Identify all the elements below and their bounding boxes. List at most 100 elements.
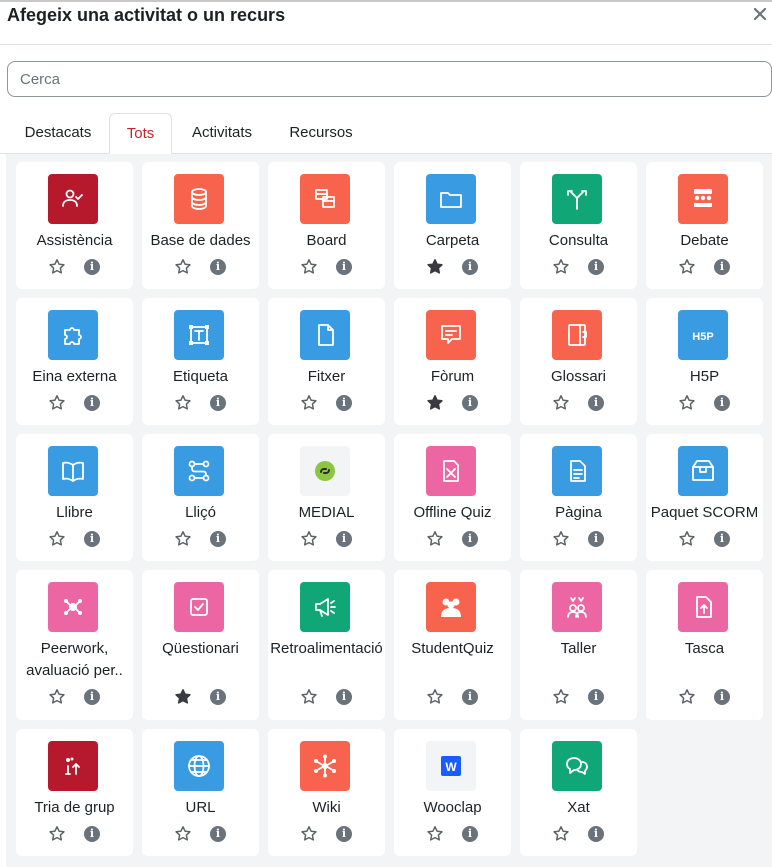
activity-card-wiki[interactable]: Wiki i bbox=[268, 729, 385, 856]
info-icon[interactable]: i bbox=[462, 689, 478, 705]
star-icon[interactable] bbox=[552, 258, 570, 276]
activity-card-group-choice[interactable]: Tria de grup i bbox=[16, 729, 133, 856]
star-icon[interactable] bbox=[678, 394, 696, 412]
activity-actions: i bbox=[552, 394, 606, 414]
star-icon[interactable] bbox=[300, 825, 318, 843]
activity-card-file[interactable]: Fitxer i bbox=[268, 298, 385, 425]
info-icon[interactable]: i bbox=[336, 531, 352, 547]
activity-card-board[interactable]: Board i bbox=[268, 162, 385, 289]
info-icon[interactable]: i bbox=[462, 826, 478, 842]
star-icon[interactable] bbox=[426, 688, 444, 706]
activity-card-medial[interactable]: MEDIAL i bbox=[268, 434, 385, 561]
activity-actions: i bbox=[48, 825, 102, 845]
info-icon[interactable]: i bbox=[462, 395, 478, 411]
info-icon[interactable]: i bbox=[336, 395, 352, 411]
info-icon[interactable]: i bbox=[210, 689, 226, 705]
info-icon[interactable]: i bbox=[210, 531, 226, 547]
activity-card-glossary[interactable]: Glossari i bbox=[520, 298, 637, 425]
info-icon[interactable]: i bbox=[462, 531, 478, 547]
star-icon[interactable] bbox=[678, 258, 696, 276]
star-icon[interactable] bbox=[300, 688, 318, 706]
star-icon[interactable] bbox=[48, 258, 66, 276]
activity-card-choice[interactable]: Consulta i bbox=[520, 162, 637, 289]
star-icon[interactable] bbox=[426, 530, 444, 548]
tab-recursos[interactable]: Recursos bbox=[276, 113, 366, 154]
star-icon[interactable] bbox=[300, 258, 318, 276]
star-icon[interactable] bbox=[300, 394, 318, 412]
star-icon[interactable] bbox=[48, 825, 66, 843]
activity-card-wooclap[interactable]: W Wooclap i bbox=[394, 729, 511, 856]
star-icon[interactable] bbox=[174, 825, 192, 843]
star-icon[interactable] bbox=[48, 688, 66, 706]
info-icon[interactable]: i bbox=[336, 259, 352, 275]
star-icon[interactable] bbox=[678, 530, 696, 548]
info-icon[interactable]: i bbox=[462, 259, 478, 275]
tab-activitats[interactable]: Activitats bbox=[176, 113, 268, 154]
star-icon[interactable] bbox=[678, 688, 696, 706]
activity-card-peerwork[interactable]: Peerwork, avaluació per.. i bbox=[16, 570, 133, 720]
activity-card-scorm-package[interactable]: Paquet SCORM i bbox=[646, 434, 763, 561]
activity-actions: i bbox=[300, 688, 354, 708]
activity-card-forum[interactable]: Fòrum i bbox=[394, 298, 511, 425]
star-icon[interactable] bbox=[48, 394, 66, 412]
star-icon[interactable] bbox=[300, 530, 318, 548]
star-icon[interactable] bbox=[174, 530, 192, 548]
info-icon[interactable]: i bbox=[714, 259, 730, 275]
close-icon[interactable] bbox=[752, 6, 768, 22]
tab-tots[interactable]: Tots bbox=[109, 113, 172, 155]
info-icon[interactable]: i bbox=[84, 689, 100, 705]
choice-icon bbox=[552, 174, 602, 224]
star-icon[interactable] bbox=[552, 825, 570, 843]
info-icon[interactable]: i bbox=[336, 826, 352, 842]
activity-name: H5P bbox=[689, 368, 720, 385]
info-icon[interactable]: i bbox=[588, 259, 604, 275]
info-icon[interactable]: i bbox=[210, 395, 226, 411]
activity-card-studentquiz[interactable]: StudentQuiz i bbox=[394, 570, 511, 720]
activity-card-attendance[interactable]: Assistència i bbox=[16, 162, 133, 289]
info-icon[interactable]: i bbox=[588, 531, 604, 547]
activity-card-folder[interactable]: Carpeta i bbox=[394, 162, 511, 289]
info-icon[interactable]: i bbox=[714, 689, 730, 705]
activity-card-database[interactable]: Base de dades i bbox=[142, 162, 259, 289]
star-filled-icon[interactable] bbox=[426, 258, 444, 276]
activity-actions: i bbox=[552, 825, 606, 845]
activity-actions: i bbox=[678, 530, 732, 550]
star-icon[interactable] bbox=[552, 688, 570, 706]
star-icon[interactable] bbox=[426, 825, 444, 843]
activity-card-debate[interactable]: Debate i bbox=[646, 162, 763, 289]
star-filled-icon[interactable] bbox=[174, 688, 192, 706]
star-icon[interactable] bbox=[48, 530, 66, 548]
star-icon[interactable] bbox=[174, 394, 192, 412]
info-icon[interactable]: i bbox=[588, 826, 604, 842]
info-icon[interactable]: i bbox=[210, 826, 226, 842]
info-icon[interactable]: i bbox=[588, 395, 604, 411]
activity-card-book[interactable]: Llibre i bbox=[16, 434, 133, 561]
activity-card-page[interactable]: Pàgina i bbox=[520, 434, 637, 561]
info-icon[interactable]: i bbox=[84, 259, 100, 275]
info-icon[interactable]: i bbox=[714, 531, 730, 547]
star-icon[interactable] bbox=[174, 258, 192, 276]
star-filled-icon[interactable] bbox=[426, 394, 444, 412]
tab-destacats[interactable]: Destacats bbox=[10, 113, 106, 154]
activity-card-assignment[interactable]: Tasca i bbox=[646, 570, 763, 720]
activity-card-puzzle[interactable]: Eina externa i bbox=[16, 298, 133, 425]
info-icon[interactable]: i bbox=[588, 689, 604, 705]
info-icon[interactable]: i bbox=[714, 395, 730, 411]
star-icon[interactable] bbox=[552, 394, 570, 412]
activity-card-text-label[interactable]: Etiqueta i bbox=[142, 298, 259, 425]
info-icon[interactable]: i bbox=[84, 826, 100, 842]
activity-card-feedback[interactable]: Retroalimentació i bbox=[268, 570, 385, 720]
info-icon[interactable]: i bbox=[84, 395, 100, 411]
info-icon[interactable]: i bbox=[210, 259, 226, 275]
activity-card-workshop[interactable]: Taller i bbox=[520, 570, 637, 720]
activity-card-quiz[interactable]: Qüestionari i bbox=[142, 570, 259, 720]
search-input[interactable] bbox=[7, 61, 772, 97]
activity-card-chat[interactable]: Xat i bbox=[520, 729, 637, 856]
info-icon[interactable]: i bbox=[84, 531, 100, 547]
activity-card-lesson[interactable]: Lliçó i bbox=[142, 434, 259, 561]
info-icon[interactable]: i bbox=[336, 689, 352, 705]
activity-card-offline-quiz[interactable]: Offline Quiz i bbox=[394, 434, 511, 561]
star-icon[interactable] bbox=[552, 530, 570, 548]
activity-card-globe[interactable]: URL i bbox=[142, 729, 259, 856]
activity-card-h5p[interactable]: H5P H5P i bbox=[646, 298, 763, 425]
